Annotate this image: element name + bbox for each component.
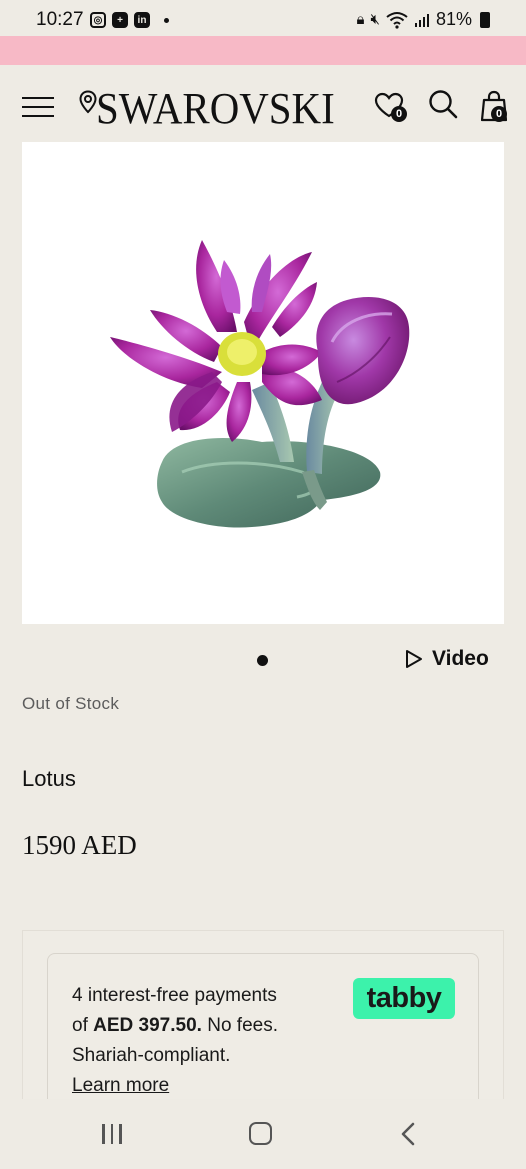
brand-logo[interactable]: SWAROVSKI <box>96 83 335 134</box>
promo-banner[interactable] <box>0 36 526 65</box>
lock-icon: 🔒︎ <box>356 11 365 28</box>
tabby-installment-amount: AED 397.50. <box>93 1015 202 1036</box>
recent-apps-icon[interactable] <box>102 1124 122 1144</box>
site-header: SWAROVSKI 0 0 <box>0 65 526 145</box>
product-price: 1590 AED <box>22 830 137 860</box>
home-icon[interactable] <box>249 1122 272 1145</box>
battery-icon <box>480 11 490 28</box>
bag-count-badge: 0 <box>491 106 507 122</box>
tabby-promo-card: 4 interest-free payments of AED 397.50. … <box>47 953 479 1099</box>
mute-icon: 🔇︎ <box>370 11 380 28</box>
tabby-description: 4 interest-free payments of AED 397.50. … <box>72 981 332 1099</box>
video-button[interactable]: Video <box>404 647 489 671</box>
system-status-icons: 🔒︎ 🔇︎ 81% <box>357 9 490 30</box>
linkedin-icon: in <box>134 12 150 28</box>
product-image[interactable] <box>22 142 504 624</box>
system-navigation-bar <box>0 1099 526 1169</box>
battery-percent: 81% <box>435 9 472 29</box>
product-name: Lotus <box>22 766 76 791</box>
stock-status: Out of Stock <box>22 694 120 713</box>
status-bar: 10:27 ◎ + in 🔒︎ 🔇︎ 81% <box>0 0 526 36</box>
instagram-icon: ◎ <box>90 12 106 28</box>
shopping-bag-button[interactable]: 0 <box>481 90 509 124</box>
carousel-indicator-dot[interactable] <box>257 655 268 666</box>
plus-app-icon: + <box>112 12 128 28</box>
status-time: 10:27 <box>36 9 84 30</box>
tabby-line-1: 4 interest-free payments <box>72 985 277 1006</box>
wishlist-count-badge: 0 <box>391 106 407 122</box>
tabby-line-2-suffix: No fees. <box>207 1015 278 1036</box>
lotus-figurine-illustration <box>110 240 410 528</box>
learn-more-link[interactable]: Learn more <box>72 1075 169 1096</box>
menu-icon[interactable] <box>22 97 54 117</box>
play-icon <box>406 650 422 668</box>
more-notifications-icon <box>164 17 169 23</box>
search-icon[interactable] <box>428 89 458 119</box>
wishlist-button[interactable]: 0 <box>374 92 408 122</box>
back-icon[interactable] <box>399 1121 417 1147</box>
signal-icon <box>414 13 429 27</box>
notification-icons: ◎ + in <box>90 12 169 28</box>
wifi-icon <box>386 11 408 29</box>
store-locator-icon[interactable] <box>79 90 97 114</box>
tabby-line-2-prefix: of <box>72 1015 88 1036</box>
tabby-logo: tabby <box>353 978 455 1019</box>
tabby-line-3: Shariah-compliant. <box>72 1045 231 1066</box>
video-label: Video <box>432 647 489 670</box>
